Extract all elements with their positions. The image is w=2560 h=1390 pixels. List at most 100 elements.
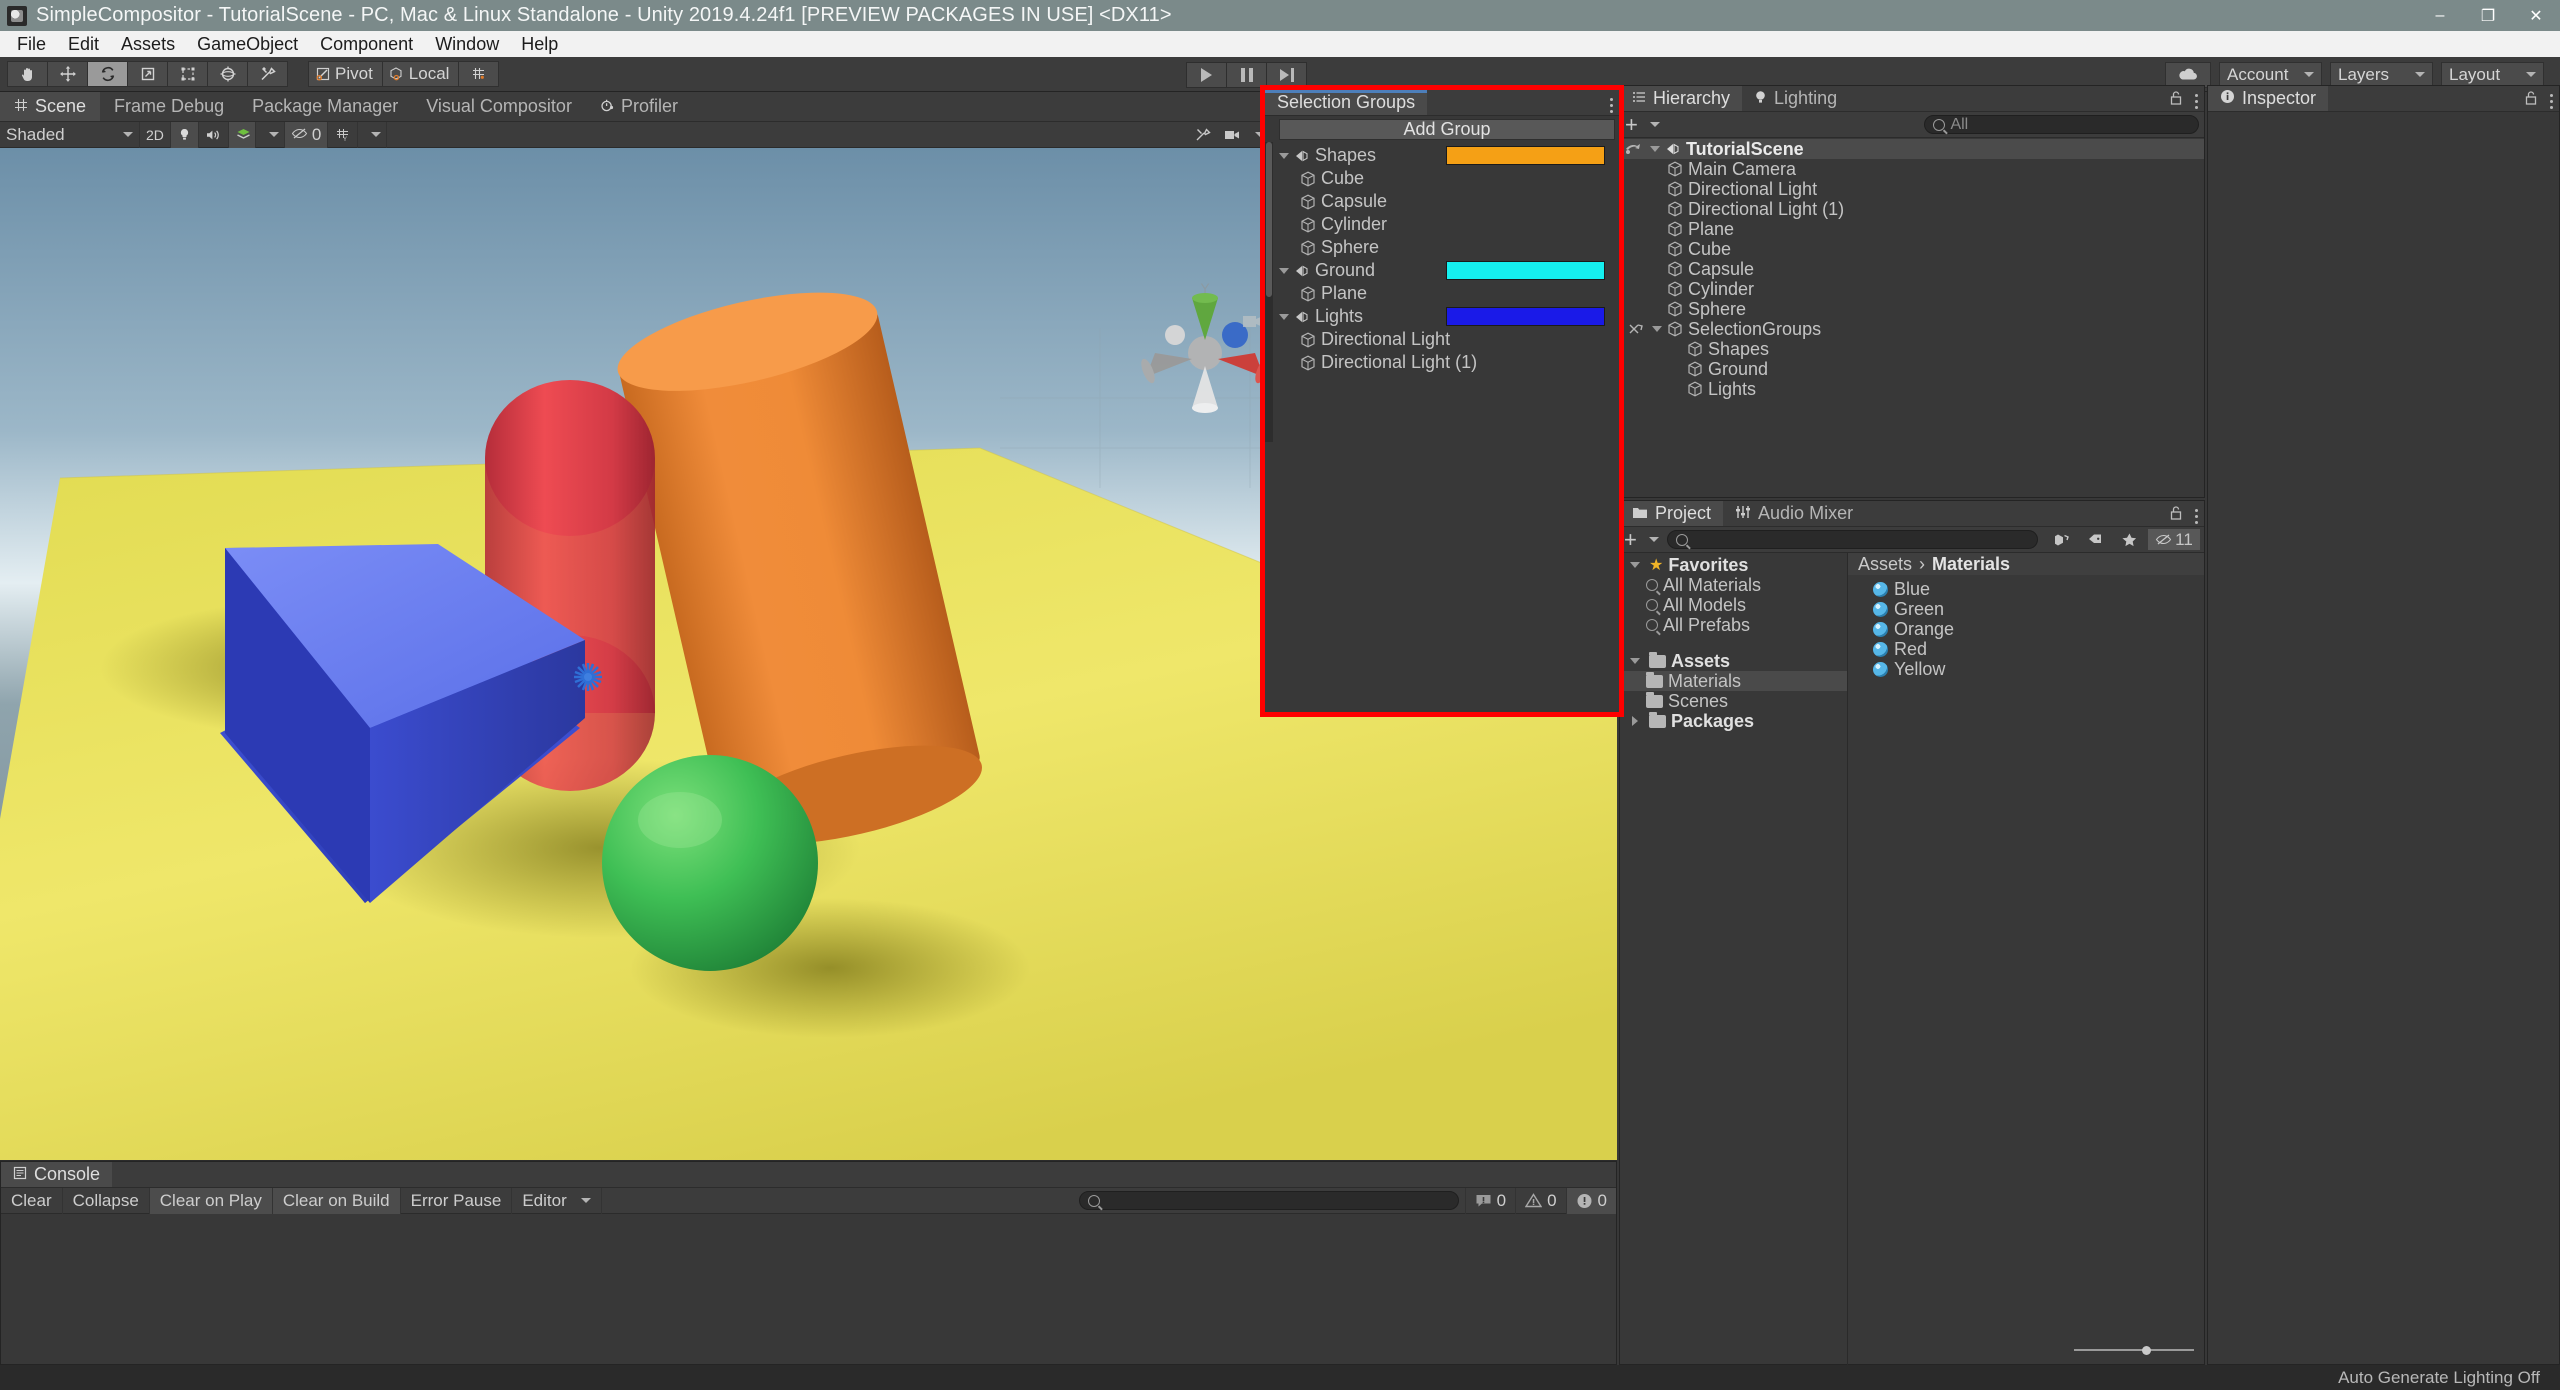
tab-package-manager[interactable]: Package Manager bbox=[238, 92, 412, 121]
group-member-row[interactable]: Plane bbox=[1275, 282, 1619, 305]
menu-item-help[interactable]: Help bbox=[510, 31, 569, 58]
selection-groups-scrollbar[interactable] bbox=[1265, 142, 1273, 442]
minimize-button[interactable]: – bbox=[2416, 0, 2464, 31]
project-search-input[interactable] bbox=[1666, 530, 2038, 549]
hierarchy-row-selectiongroups[interactable]: SelectionGroups bbox=[1620, 319, 2204, 339]
menu-item-window[interactable]: Window bbox=[424, 31, 510, 58]
chevron-down-icon[interactable] bbox=[1275, 152, 1293, 159]
hierarchy-row-cylinder[interactable]: Cylinder bbox=[1620, 279, 2204, 299]
asset-row-green[interactable]: Green bbox=[1848, 599, 2204, 619]
add-group-button[interactable]: Add Group bbox=[1279, 119, 1615, 140]
kebab-menu-icon[interactable] bbox=[1610, 97, 1613, 113]
chevron-down-icon[interactable] bbox=[1649, 122, 1660, 127]
cloud-icon[interactable] bbox=[2165, 61, 2211, 88]
menu-item-gameobject[interactable]: GameObject bbox=[186, 31, 309, 58]
hierarchy-row-ground[interactable]: Ground bbox=[1620, 359, 2204, 379]
project-tree-item-assets[interactable]: Assets bbox=[1620, 651, 1847, 671]
add-gameobject-button[interactable]: + bbox=[1625, 113, 1638, 136]
rotate-tool-icon[interactable] bbox=[87, 61, 128, 87]
chevron-down-icon[interactable] bbox=[1626, 658, 1644, 664]
group-member-row[interactable]: Cylinder bbox=[1275, 213, 1619, 236]
project-tree-item-favorites[interactable]: ★ Favorites bbox=[1620, 555, 1847, 575]
gizmos-grid-icon[interactable]: Y bbox=[328, 121, 359, 148]
clear-button[interactable]: Clear bbox=[1, 1187, 63, 1214]
hierarchy-row-sphere[interactable]: Sphere bbox=[1620, 299, 2204, 319]
kebab-menu-icon[interactable] bbox=[2195, 508, 2198, 524]
hidden-assets-toggle[interactable]: 11 bbox=[2148, 529, 2200, 550]
chevron-right-icon[interactable] bbox=[1626, 716, 1644, 726]
hierarchy-row-tutorialscene[interactable]: TutorialScene bbox=[1620, 139, 2204, 159]
project-tree-item-all-models[interactable]: All Models bbox=[1620, 595, 1847, 615]
tab-audio-mixer[interactable]: Audio Mixer bbox=[1723, 501, 1865, 526]
local-toggle[interactable]: Local bbox=[381, 61, 460, 87]
chevron-down-icon[interactable] bbox=[1648, 326, 1666, 332]
project-tree-item-materials[interactable]: Materials bbox=[1620, 671, 1847, 691]
filter-by-label-icon[interactable] bbox=[2080, 529, 2110, 550]
chevron-down-icon[interactable] bbox=[1275, 267, 1293, 274]
tab-lighting[interactable]: Lighting bbox=[1742, 86, 1849, 111]
group-row-shapes[interactable]: Shapes bbox=[1275, 144, 1619, 167]
rect-transform-tool-icon[interactable] bbox=[167, 61, 208, 87]
tab-frame-debug[interactable]: Frame Debug bbox=[100, 92, 238, 121]
project-tree-item-packages[interactable]: Packages bbox=[1620, 711, 1847, 731]
kebab-menu-icon[interactable] bbox=[2550, 93, 2553, 109]
grid-dropdown[interactable] bbox=[358, 121, 388, 148]
layout-dropdown[interactable]: Layout bbox=[2441, 61, 2544, 88]
group-member-row[interactable]: Cube bbox=[1275, 167, 1619, 190]
tab-project[interactable]: Project bbox=[1620, 501, 1724, 526]
console-search-input[interactable] bbox=[1078, 1191, 1459, 1210]
chevron-down-icon[interactable] bbox=[1275, 313, 1293, 320]
chevron-down-icon[interactable] bbox=[1626, 562, 1644, 568]
close-button[interactable]: ✕ bbox=[2512, 0, 2560, 31]
fx-dropdown[interactable] bbox=[256, 121, 285, 148]
lightbulb-icon[interactable] bbox=[170, 121, 199, 148]
project-tree-item-all-prefabs[interactable]: All Prefabs bbox=[1620, 615, 1847, 635]
tab-hierarchy[interactable]: Hierarchy bbox=[1620, 86, 1743, 111]
scene-visibility-icon[interactable] bbox=[1624, 142, 1646, 156]
scale-tool-icon[interactable] bbox=[127, 61, 168, 87]
asset-row-orange[interactable]: Orange bbox=[1848, 619, 2204, 639]
lock-icon[interactable] bbox=[2169, 505, 2183, 527]
grid-snap-icon[interactable] bbox=[458, 61, 500, 87]
asset-row-blue[interactable]: Blue bbox=[1848, 579, 2204, 599]
asset-row-red[interactable]: Red bbox=[1848, 639, 2204, 659]
fx-icon[interactable] bbox=[228, 121, 256, 148]
error-pause-toggle[interactable]: Error Pause bbox=[401, 1187, 513, 1214]
transform-tool-icon[interactable] bbox=[207, 61, 248, 87]
group-member-row[interactable]: Directional Light bbox=[1275, 328, 1619, 351]
toggle-2d[interactable]: 2D bbox=[140, 121, 171, 148]
hierarchy-row-capsule[interactable]: Capsule bbox=[1620, 259, 2204, 279]
tab-selection-groups[interactable]: Selection Groups bbox=[1265, 90, 1428, 115]
breadcrumb-materials[interactable]: Materials bbox=[1932, 554, 2010, 575]
tab-visual-compositor[interactable]: Visual Compositor bbox=[412, 92, 586, 121]
lock-icon[interactable] bbox=[2524, 90, 2538, 112]
group-color-swatch-shapes[interactable] bbox=[1446, 146, 1605, 165]
hierarchy-row-cube[interactable]: Cube bbox=[1620, 239, 2204, 259]
group-member-row[interactable]: Capsule bbox=[1275, 190, 1619, 213]
lock-icon[interactable] bbox=[2169, 90, 2183, 112]
asset-row-yellow[interactable]: Yellow bbox=[1848, 659, 2204, 679]
play-button[interactable] bbox=[1186, 61, 1227, 88]
group-color-swatch-ground[interactable] bbox=[1446, 261, 1605, 280]
warning-count-badge[interactable]: 0 bbox=[1515, 1187, 1565, 1214]
tab-inspector[interactable]: Inspector bbox=[2208, 86, 2329, 111]
hierarchy-row-plane[interactable]: Plane bbox=[1620, 219, 2204, 239]
menu-item-file[interactable]: File bbox=[6, 31, 57, 58]
menu-item-assets[interactable]: Assets bbox=[110, 31, 186, 58]
custom-tool-icon[interactable] bbox=[247, 61, 288, 87]
speaker-icon[interactable] bbox=[199, 121, 229, 148]
project-tree-item-all-materials[interactable]: All Materials bbox=[1620, 575, 1847, 595]
asset-zoom-slider[interactable] bbox=[2074, 1343, 2194, 1357]
group-color-swatch-lights[interactable] bbox=[1446, 307, 1605, 326]
kebab-menu-icon[interactable] bbox=[2195, 93, 2198, 109]
scene-tools-icon[interactable] bbox=[1188, 122, 1218, 148]
chevron-down-icon[interactable] bbox=[1646, 146, 1664, 152]
filter-by-type-icon[interactable] bbox=[2046, 529, 2076, 550]
log-count-badge[interactable]: 0 bbox=[1464, 1187, 1515, 1214]
tab-profiler[interactable]: Profiler bbox=[586, 92, 692, 121]
hierarchy-row-directional-light[interactable]: Directional Light bbox=[1620, 179, 2204, 199]
draw-mode-dropdown[interactable]: Shaded bbox=[0, 121, 140, 148]
hierarchy-search-input[interactable]: All bbox=[1924, 115, 2200, 134]
group-row-lights[interactable]: Lights bbox=[1275, 305, 1619, 328]
hand-tool-icon[interactable] bbox=[7, 61, 48, 87]
